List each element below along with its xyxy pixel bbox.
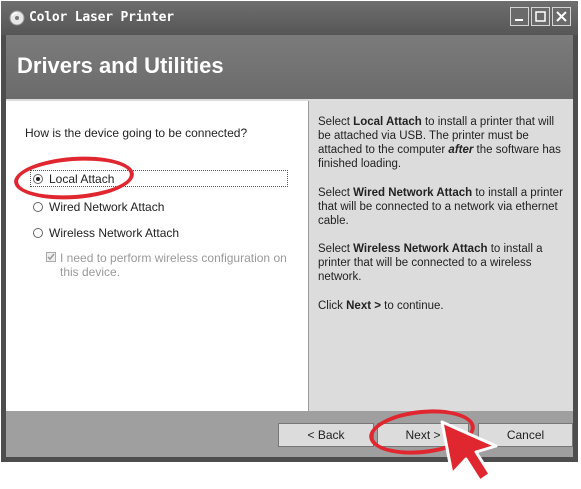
option-label: Wireless Network Attach: [49, 226, 180, 240]
title-bar[interactable]: Color Laser Printer: [1, 1, 578, 35]
printer-cd-icon: [9, 10, 25, 26]
installer-window: Color Laser Printer Drivers and Utilitie…: [1, 1, 578, 462]
pointer-arrow-icon: [440, 420, 498, 483]
header-banner: Drivers and Utilities: [6, 35, 573, 99]
option-label: Wired Network Attach: [49, 200, 165, 214]
radio-button-selected[interactable]: [33, 174, 43, 184]
close-icon: [556, 11, 567, 22]
radio-button[interactable]: [33, 228, 43, 238]
option-label: Local Attach: [49, 172, 115, 186]
wireless-network-attach-radio[interactable]: Wireless Network Attach: [33, 226, 179, 240]
help-text-panel: Select Local Attach to install a printer…: [309, 101, 573, 411]
radio-button[interactable]: [33, 202, 43, 212]
connection-options-panel: How is the device going to be connected?…: [6, 101, 309, 411]
minimize-icon: [515, 19, 523, 21]
maximize-icon: [535, 11, 546, 22]
content-area: How is the device going to be connected?…: [6, 99, 573, 411]
page-title: Drivers and Utilities: [17, 53, 224, 78]
close-button[interactable]: [552, 7, 571, 26]
help-paragraph-next: Click Next > to continue.: [318, 300, 444, 312]
minimize-button[interactable]: [510, 7, 529, 26]
help-paragraph-local: Select Local Attach to install a printer…: [318, 116, 561, 170]
help-paragraph-wireless: Select Wireless Network Attach to instal…: [318, 243, 543, 283]
checkbox-label: I need to perform wireless configuration…: [60, 251, 287, 279]
back-button[interactable]: < Back: [278, 423, 374, 447]
help-paragraph-wired: Select Wired Network Attach to install a…: [318, 187, 563, 227]
maximize-button[interactable]: [531, 7, 550, 26]
checkmark-icon: [47, 253, 55, 261]
local-attach-radio[interactable]: Local Attach: [33, 172, 114, 186]
connection-question: How is the device going to be connected?: [25, 126, 248, 140]
window-title: Color Laser Printer: [29, 10, 174, 25]
wired-network-attach-radio[interactable]: Wired Network Attach: [33, 200, 164, 214]
checkbox-checked-disabled[interactable]: [46, 252, 56, 262]
